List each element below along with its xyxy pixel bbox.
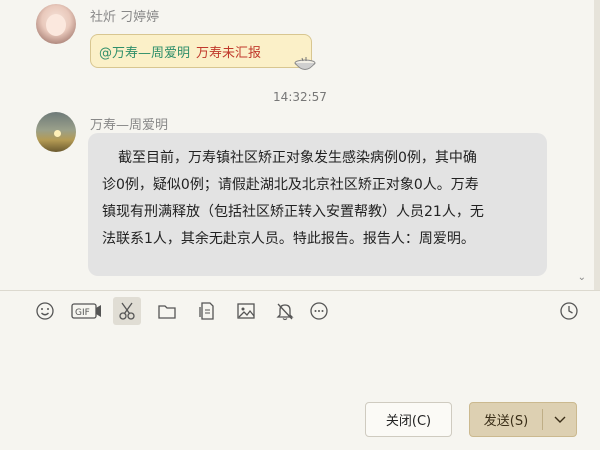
bowl-emoji-icon [294,57,316,70]
chat-scrollbar[interactable] [594,0,600,290]
gif-icon[interactable]: GIF [70,297,104,325]
message-bubble: 截至目前，万寿镇社区矫正对象发生感染病例0例，其中确 诊0例，疑似0例；请假赴湖… [88,133,547,276]
chevron-down-icon [554,416,565,423]
send-label: 发送(S) [483,414,529,429]
message-timestamp: 14:32:57 [273,90,327,104]
avatar[interactable] [36,4,76,44]
file-icon[interactable] [193,297,221,325]
message-line: 截至目前，万寿镇社区矫正对象发生感染病例0例，其中确 [118,150,477,166]
message-line: 诊0例，疑似0例；请假赴湖北及北京社区矫正对象0人。万寿 [102,177,479,193]
message-text: 万寿未汇报 [196,45,262,61]
more-icon[interactable] [305,297,333,325]
scroll-down-icon[interactable]: ⌄ [578,272,586,283]
message-line: 法联系1人，其余无赴京人员。特此报告。报告人：周爱明。 [102,231,475,247]
avatar[interactable] [36,112,76,152]
send-button[interactable]: 发送(S) [469,402,577,437]
close-button[interactable]: 关闭(C) [365,402,452,437]
mention-link[interactable]: @万寿—周爱明 [99,42,190,61]
input-toolbar: GIF [0,291,600,333]
image-icon[interactable] [232,297,260,325]
scissors-icon[interactable] [113,297,141,325]
send-options-button[interactable] [543,416,576,424]
sender-name: 社炘 刁婷婷 [90,10,160,25]
folder-icon[interactable] [153,297,181,325]
sender-name: 万寿—周爱明 [90,118,169,133]
message-line: 镇现有刑满释放（包括社区矫正转入安置帮教）人员21人，无 [102,204,484,220]
emoji-icon[interactable] [31,297,59,325]
history-icon[interactable] [555,297,583,325]
message-bubble: @万寿—周爱明 万寿未汇报 [90,34,312,68]
svg-text:GIF: GIF [75,308,90,318]
bell-off-icon[interactable] [271,297,299,325]
